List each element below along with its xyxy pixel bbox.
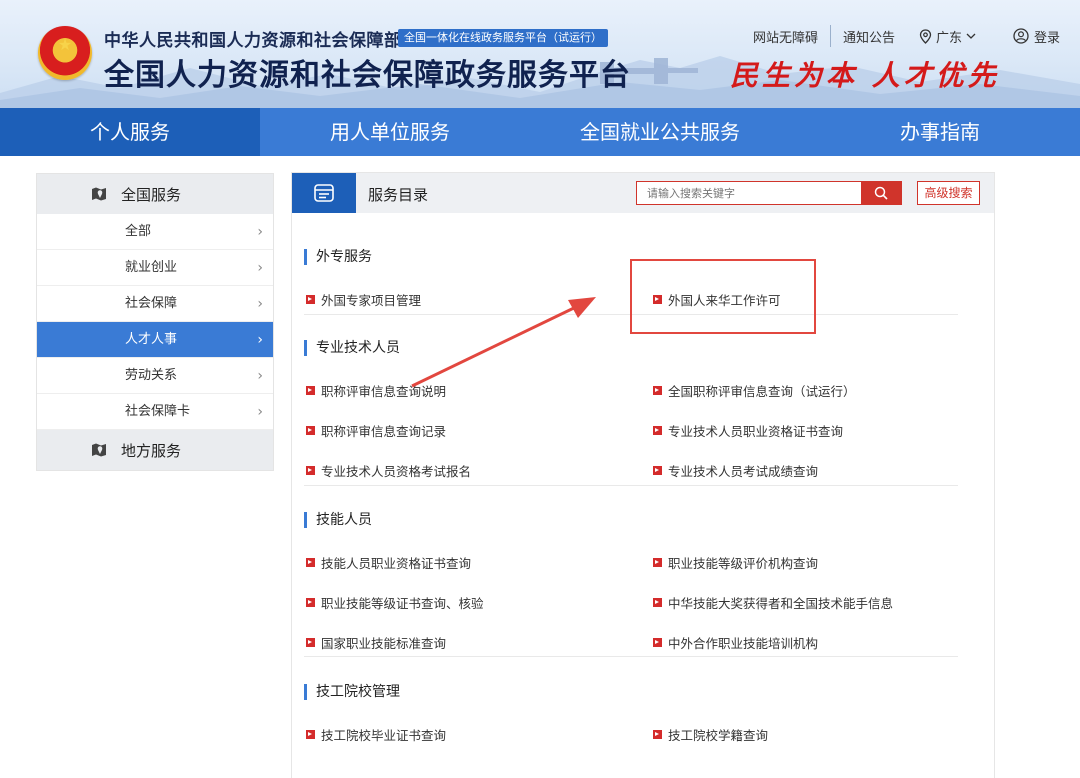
service-link[interactable]: 全国职称评审信息查询（试运行）	[653, 381, 856, 400]
arrow-bullet-icon	[653, 558, 662, 567]
service-link[interactable]: 技工院校学籍查询	[653, 725, 768, 744]
search-button[interactable]	[861, 182, 901, 204]
sidebar-local-services[interactable]: 地方服务	[37, 430, 273, 470]
arrow-bullet-icon	[306, 558, 315, 567]
sidebar-local-label: 地方服务	[121, 441, 182, 460]
section-title: 技能人员	[304, 512, 958, 528]
user-icon	[1013, 28, 1029, 44]
sidebar-item-label: 社会保障卡	[125, 404, 191, 419]
chevron-right-icon: ›	[257, 368, 263, 384]
catalog-icon-box	[292, 173, 356, 213]
sidebar-item-labor-relations[interactable]: 劳动关系 ›	[37, 358, 273, 394]
service-link[interactable]: 国家职业技能标准查询	[306, 633, 446, 652]
login-label: 登录	[1033, 30, 1060, 46]
nav-personal-services[interactable]: 个人服务	[0, 108, 260, 156]
section-divider	[304, 656, 958, 657]
site-header: ★ 中华人民共和国人力资源和社会保障部 全国一体化在线政务服务平台（试运行） 全…	[0, 0, 1080, 108]
service-link[interactable]: 外国专家项目管理	[306, 290, 421, 309]
region-label: 广东	[935, 30, 962, 46]
sidebar-item-label: 人才人事	[125, 332, 178, 347]
section-professional-technical: 专业技术人员	[304, 340, 958, 356]
notice-link[interactable]: 通知公告	[831, 27, 907, 46]
sidebar-item-label: 劳动关系	[125, 368, 178, 383]
pilot-badge: 全国一体化在线政务服务平台（试运行）	[398, 29, 608, 47]
sidebar-national-label: 全国服务	[121, 185, 182, 204]
slogan: 民生为本 人才优先	[730, 59, 1000, 92]
sidebar-item-employment[interactable]: 就业创业 ›	[37, 250, 273, 286]
nav-employer-services[interactable]: 用人单位服务	[260, 108, 520, 156]
chevron-right-icon: ›	[257, 404, 263, 420]
arrow-bullet-icon	[306, 598, 315, 607]
sidebar-item-label: 社会保障	[125, 296, 178, 311]
arrow-bullet-icon	[653, 466, 662, 475]
section-divider	[304, 485, 958, 486]
service-link[interactable]: 技工院校毕业证书查询	[306, 725, 446, 744]
arrow-bullet-icon	[653, 638, 662, 647]
arrow-bullet-icon	[306, 638, 315, 647]
panel-title: 服务目录	[368, 186, 429, 204]
sidebar-item-social-security[interactable]: 社会保障 ›	[37, 286, 273, 322]
sidebar: 全国服务 全部 › 就业创业 › 社会保障 › 人才人事 › 劳动关系 › 社会保障卡 › …	[36, 173, 274, 471]
catalog-icon	[314, 184, 334, 202]
highlight-box	[630, 259, 816, 334]
section-title: 技工院校管理	[304, 684, 958, 700]
arrow-bullet-icon	[653, 386, 662, 395]
sidebar-national-services[interactable]: 全国服务	[37, 174, 273, 214]
chevron-right-icon: ›	[257, 260, 263, 276]
arrow-bullet-icon	[653, 730, 662, 739]
service-link[interactable]: 中华技能大奖获得者和全国技术能手信息	[653, 593, 893, 612]
login-link[interactable]: 登录	[1013, 26, 1060, 46]
search-input[interactable]	[637, 182, 857, 205]
chevron-right-icon: ›	[257, 296, 263, 312]
service-link[interactable]: 职业技能等级证书查询、核验	[306, 593, 484, 612]
search-icon	[874, 186, 888, 200]
arrow-bullet-icon	[306, 730, 315, 739]
chevron-down-icon	[966, 33, 976, 39]
service-link[interactable]: 专业技术人员职业资格证书查询	[653, 421, 843, 440]
accessibility-link[interactable]: 网站无障碍	[741, 27, 830, 46]
emblem-star-icon: ★	[57, 35, 73, 54]
service-link[interactable]: 中外合作职业技能培训机构	[653, 633, 818, 652]
arrow-bullet-icon	[306, 386, 315, 395]
service-link[interactable]: 专业技术人员考试成绩查询	[653, 461, 818, 480]
platform-name: 全国人力资源和社会保障政务服务平台	[104, 58, 631, 93]
panel-header: 服务目录 高级搜索	[292, 173, 994, 213]
sidebar-item-label: 全部	[125, 224, 152, 239]
arrow-bullet-icon	[653, 598, 662, 607]
service-link[interactable]: 职称评审信息查询记录	[306, 421, 446, 440]
sidebar-item-social-security-card[interactable]: 社会保障卡 ›	[37, 394, 273, 430]
region-selector[interactable]: 广东	[907, 27, 988, 46]
section-skilled-workers: 技能人员	[304, 512, 958, 528]
sidebar-item-label: 就业创业	[125, 260, 178, 275]
nav-employment-services[interactable]: 全国就业公共服务	[520, 108, 800, 156]
map-icon	[92, 443, 106, 457]
service-link[interactable]: 职称评审信息查询说明	[306, 381, 446, 400]
section-title: 专业技术人员	[304, 340, 958, 356]
map-icon	[92, 187, 106, 201]
sidebar-item-all[interactable]: 全部 ›	[37, 214, 273, 250]
sidebar-item-talent-personnel[interactable]: 人才人事 ›	[37, 322, 273, 358]
arrow-bullet-icon	[306, 295, 315, 304]
chevron-right-icon: ›	[257, 224, 263, 240]
arrow-bullet-icon	[653, 426, 662, 435]
arrow-bullet-icon	[306, 426, 315, 435]
service-link[interactable]: 技能人员职业资格证书查询	[306, 553, 471, 572]
service-link[interactable]: 职业技能等级评价机构查询	[653, 553, 818, 572]
main-nav: 个人服务 用人单位服务 全国就业公共服务 办事指南	[0, 108, 1080, 156]
nav-service-guide[interactable]: 办事指南	[800, 108, 1080, 156]
advanced-search-button[interactable]: 高级搜索	[917, 181, 980, 205]
service-link[interactable]: 专业技术人员资格考试报名	[306, 461, 471, 480]
arrow-bullet-icon	[306, 466, 315, 475]
section-technical-schools: 技工院校管理	[304, 684, 958, 700]
ministry-name: 中华人民共和国人力资源和社会保障部	[104, 31, 402, 51]
top-links: 网站无障碍 通知公告 广东	[741, 25, 988, 47]
chevron-right-icon: ›	[257, 332, 263, 348]
search-box	[636, 181, 902, 205]
location-pin-icon	[919, 28, 932, 44]
